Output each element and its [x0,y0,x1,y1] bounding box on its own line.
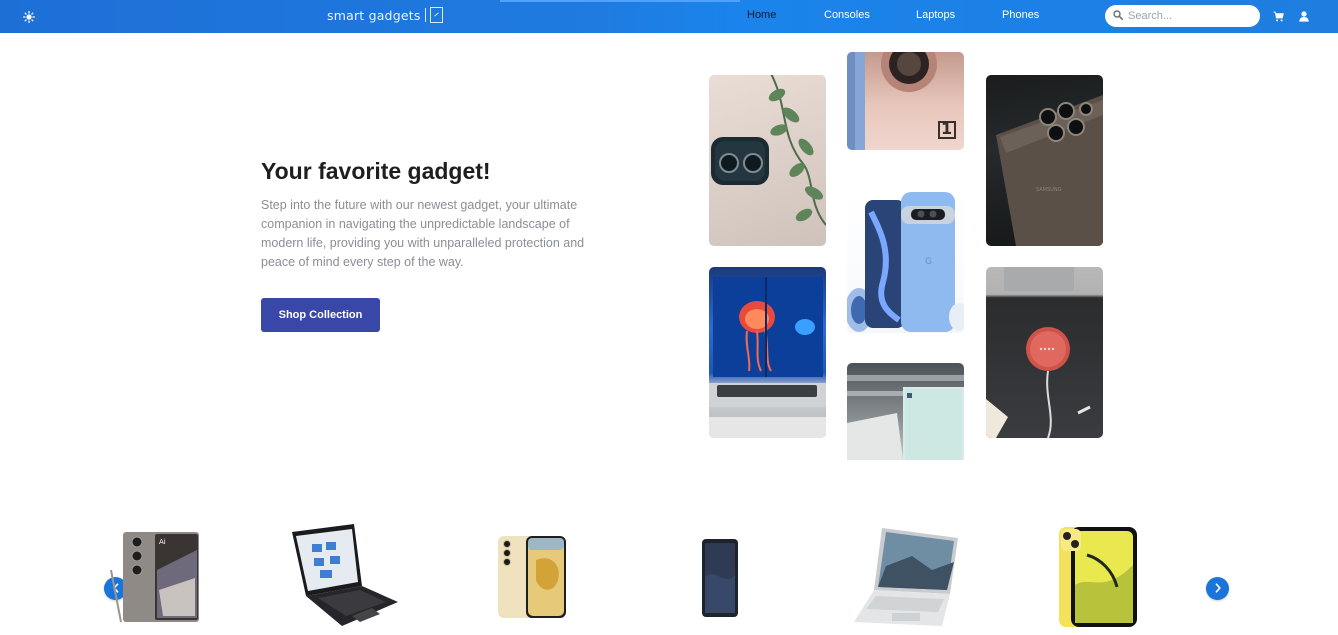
hero-description: Step into the future with our newest gad… [261,198,585,269]
theme-toggle-icon[interactable] [20,8,38,26]
top-bar-highlight [500,0,740,2]
hero-title: Your favorite gadget! [261,158,491,184]
svg-text:G: G [925,257,932,267]
product-yellow-galaxy-phone[interactable] [496,534,568,625]
dual-screen-laptop-image [709,267,826,438]
search-box[interactable] [1105,5,1260,27]
nav-laptops[interactable]: Laptops [916,9,955,21]
product-silver-laptop[interactable] [852,526,962,635]
dark-phone-back-image: SAMSUNG [986,75,1103,246]
red-smart-speaker-image [986,267,1103,438]
earbuds-case-image [709,75,826,246]
nav-phones[interactable]: Phones [1002,9,1039,21]
blue-pixel-phone-image: G [847,192,964,333]
cart-icon[interactable] [1271,8,1285,24]
nav-home[interactable]: Home [747,9,776,21]
logo-text: smart gadgets [327,7,421,23]
search-icon [1113,7,1123,25]
nav-consoles[interactable]: Consoles [824,9,870,21]
logo-divider [424,8,426,22]
svg-text:SAMSUNG: SAMSUNG [1036,187,1062,193]
site-logo[interactable]: smart gadgets [327,7,443,23]
product-yellow-iphone[interactable] [1057,525,1139,634]
user-icon[interactable] [1297,8,1311,24]
svg-text:Ai: Ai [159,538,166,546]
logo-phone-icon [429,7,443,23]
shop-collection-button[interactable]: Shop Collection [261,298,380,332]
search-input[interactable] [1128,10,1248,22]
pink-phone-camera-image: 1 [847,52,964,150]
product-small-dark-phone[interactable] [700,537,740,624]
white-console-image [847,363,964,460]
top-navigation-bar: smart gadgets Home Consoles Laptops Phon… [0,0,1338,33]
product-black-laptop[interactable] [290,522,400,633]
chevron-right-icon [1214,580,1222,598]
carousel-next-button[interactable] [1206,577,1229,600]
product-grey-galaxy-phone[interactable]: Ai [107,530,202,630]
